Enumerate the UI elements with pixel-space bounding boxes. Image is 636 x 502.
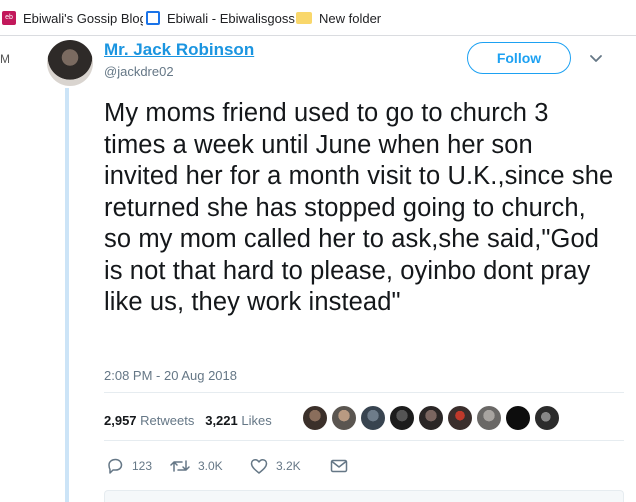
avatar[interactable] <box>505 405 531 431</box>
bookmark-ebiwali-ebiwalisgoss[interactable]: Ebiwali - Ebiwalisgoss <box>146 9 309 27</box>
tweet-timestamp[interactable]: 2:08 PM - 20 Aug 2018 <box>104 368 237 383</box>
bookmark-new-folder[interactable]: New folder <box>296 9 381 27</box>
tweet-actions: 123 3.0K 3.2K <box>106 457 356 475</box>
bookmark-label: Ebiwali's Gossip Blog <box>23 10 143 26</box>
retweet-count: 3.0K <box>198 459 223 473</box>
reply-button[interactable]: 123 <box>106 457 172 475</box>
reply-composer[interactable] <box>104 490 624 502</box>
avatar[interactable] <box>331 405 357 431</box>
likes-label: Likes <box>241 413 272 428</box>
retweets-stat[interactable]: 2,957 Retweets <box>104 413 194 428</box>
author-name-link[interactable]: Mr. Jack Robinson <box>104 40 254 60</box>
avatar[interactable] <box>534 405 560 431</box>
likes-count: 3,221 <box>205 413 238 428</box>
left-margin-text: M <box>0 52 10 66</box>
avatar[interactable] <box>447 405 473 431</box>
bookmark-ebiwalis-gossip-blog[interactable]: eb Ebiwali's Gossip Blog <box>2 9 143 27</box>
chevron-down-icon[interactable] <box>586 50 606 68</box>
avatar[interactable] <box>47 40 93 86</box>
likes-stat[interactable]: 3,221 Likes <box>205 413 272 428</box>
likers-avatars <box>302 405 563 431</box>
follow-button[interactable]: Follow <box>467 42 571 74</box>
retweets-count: 2,957 <box>104 413 137 428</box>
tweet-text: My moms friend used to go to church 3 ti… <box>104 99 614 316</box>
avatar[interactable] <box>476 405 502 431</box>
like-count: 3.2K <box>276 459 301 473</box>
bookmark-label: Ebiwali - Ebiwalisgoss <box>167 10 295 26</box>
thread-line <box>65 88 69 502</box>
direct-message-button[interactable] <box>330 458 356 474</box>
reply-icon <box>108 458 123 474</box>
bookmark-label: New folder <box>319 10 382 26</box>
divider <box>104 440 624 441</box>
like-button[interactable]: 3.2K <box>250 458 330 475</box>
engagement-stats: 2,957 Retweets 3,221 Likes <box>104 413 272 428</box>
heart-icon <box>250 458 268 474</box>
retweet-button[interactable]: 3.0K <box>170 457 250 475</box>
avatar[interactable] <box>360 405 386 431</box>
folder-icon <box>296 12 312 24</box>
ebiwali-favicon-icon: eb <box>2 11 16 25</box>
reply-count: 123 <box>132 459 153 473</box>
bookmarks-bar: eb Ebiwali's Gossip Blog Ebiwali - Ebiwa… <box>0 0 636 36</box>
divider <box>104 392 624 393</box>
avatar[interactable] <box>418 405 444 431</box>
envelope-icon <box>330 459 348 473</box>
avatar[interactable] <box>389 405 415 431</box>
retweet-icon <box>170 460 190 472</box>
retweets-label: Retweets <box>140 413 195 428</box>
bookmark-page-icon <box>146 11 160 25</box>
author-handle[interactable]: @jackdre02 <box>104 64 174 79</box>
avatar[interactable] <box>302 405 328 431</box>
